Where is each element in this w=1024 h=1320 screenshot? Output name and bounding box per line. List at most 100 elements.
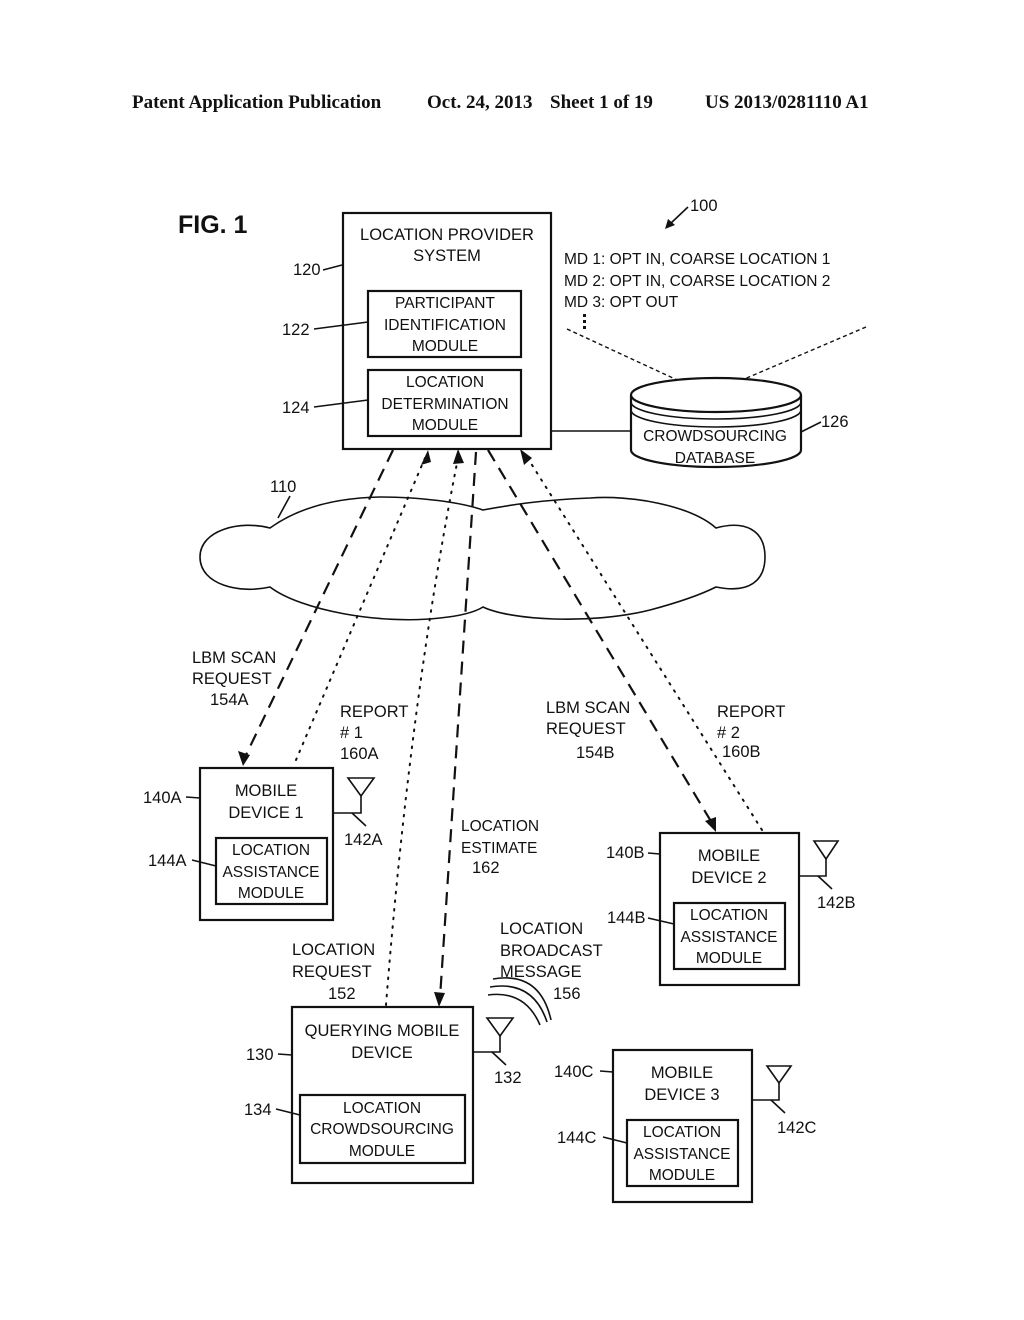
device-1-ref: 140A xyxy=(143,789,182,807)
callout-right-line xyxy=(727,326,867,387)
antenna-icon xyxy=(473,1017,515,1053)
device-2-module-line3: MODULE xyxy=(696,950,762,967)
publication-label: Patent Application Publication xyxy=(132,92,382,113)
mobile-device-3: MOBILE DEVICE 3 LOCATION ASSISTANCE MODU… xyxy=(554,1048,817,1204)
figure-title: FIG. 1 xyxy=(178,211,248,239)
db-cylinder-top xyxy=(629,376,803,414)
module-122-line3: MODULE xyxy=(412,338,478,355)
device-2-module-ref: 144B xyxy=(607,909,646,927)
antenna-icon xyxy=(752,1065,793,1101)
lbm-scan-a-line2: REQUEST xyxy=(192,670,272,688)
lbm-scan-request-b-arrowhead xyxy=(705,817,716,832)
network-ref: 110 xyxy=(270,478,296,496)
antenna-2-leader xyxy=(817,875,833,890)
db-record-md2: MD 2: OPT IN, COARSE LOCATION 2 xyxy=(564,273,830,290)
provider-ref: 120 xyxy=(293,261,321,279)
provider-title-line2: SYSTEM xyxy=(413,247,481,265)
sheet-number: Sheet 1 of 19 xyxy=(550,92,653,113)
provider-title-line1: LOCATION PROVIDER xyxy=(360,226,534,244)
lbm-scan-b-line2: REQUEST xyxy=(546,720,626,738)
antenna-icon xyxy=(333,777,376,814)
device-3-module-ref: 144C xyxy=(557,1129,597,1147)
publication-date: Oct. 24, 2013 xyxy=(427,92,533,113)
device-3-title-line2: DEVICE 3 xyxy=(644,1086,719,1104)
device-3-module-line2: ASSISTANCE xyxy=(633,1146,730,1163)
lbm-scan-a-ref: 154A xyxy=(210,691,249,709)
module-122-line2: IDENTIFICATION xyxy=(384,317,506,334)
db-ref: 126 xyxy=(821,413,849,431)
network-leader xyxy=(277,495,291,519)
lbm-scan-request-a-arrowhead xyxy=(238,751,250,766)
location-estimate-line2: ESTIMATE xyxy=(461,840,537,857)
module-124-ref: 124 xyxy=(282,399,310,417)
device-1-leader xyxy=(185,796,201,799)
location-estimate-arrowhead xyxy=(434,992,445,1007)
device-2-leader xyxy=(647,852,661,855)
antenna-1-leader xyxy=(351,812,367,827)
location-request-arrowhead xyxy=(453,449,464,464)
system-diagram: Patent Application Publication Oct. 24, … xyxy=(132,92,869,1204)
device-3-ref: 140C xyxy=(554,1063,594,1081)
querying-device-ref: 130 xyxy=(246,1046,274,1064)
device-3-module-line1: LOCATION xyxy=(643,1124,721,1141)
location-estimate-line1: LOCATION xyxy=(461,818,539,835)
device-2-module-line1: LOCATION xyxy=(690,907,768,924)
callout-left-line xyxy=(566,328,689,386)
querying-mobile-device: QUERYING MOBILE DEVICE LOCATION CROWDSOU… xyxy=(244,977,552,1185)
location-request-line xyxy=(385,457,459,1006)
provider-leader xyxy=(322,264,343,271)
device-1-title-line1: MOBILE xyxy=(235,782,297,800)
figure-ref-100: 100 xyxy=(665,197,718,229)
device-2-title-line2: DEVICE 2 xyxy=(691,869,766,887)
db-record-md1: MD 1: OPT IN, COARSE LOCATION 1 xyxy=(564,251,830,268)
location-broadcast-line1: LOCATION xyxy=(500,920,583,938)
report-2-ref: 160B xyxy=(722,743,761,761)
device-1-module-line1: LOCATION xyxy=(232,842,310,859)
querying-device-title-line1: QUERYING MOBILE xyxy=(305,1022,460,1040)
report-2-line1: REPORT xyxy=(717,703,785,721)
antenna-1-ref: 142A xyxy=(344,831,383,849)
page-header: Patent Application Publication Oct. 24, … xyxy=(132,92,869,113)
device-1-title-line2: DEVICE 1 xyxy=(228,804,303,822)
module-124-line2: DETERMINATION xyxy=(381,396,508,413)
report-1-line1: REPORT xyxy=(340,703,408,721)
module-124-line3: MODULE xyxy=(412,417,478,434)
antenna-2-ref: 142B xyxy=(817,894,856,912)
db-records-ellipsis xyxy=(583,314,586,329)
device-2-title-line1: MOBILE xyxy=(698,847,760,865)
location-provider-system: LOCATION PROVIDER SYSTEM 120 PARTICIPANT… xyxy=(282,211,553,451)
network-cloud: 110 xyxy=(199,478,766,621)
antenna-icon xyxy=(799,840,840,877)
lbm-scan-b-ref: 154B xyxy=(576,744,615,762)
location-estimate-ref: 162 xyxy=(472,859,500,877)
location-estimate-line xyxy=(438,451,478,999)
module-124-line1: LOCATION xyxy=(406,374,484,391)
device-2-ref: 140B xyxy=(606,844,645,862)
querying-module-line1: LOCATION xyxy=(343,1100,421,1117)
report-2-line xyxy=(526,456,763,831)
report-2-line2: # 2 xyxy=(717,724,740,742)
crowdsourcing-database: MD 1: OPT IN, COARSE LOCATION 1 MD 2: OP… xyxy=(564,251,867,469)
ref-leader xyxy=(669,206,689,225)
db-label-line1: CROWDSOURCING xyxy=(643,428,787,445)
antenna-3-ref: 142C xyxy=(777,1119,817,1137)
cloud-outline xyxy=(199,496,766,621)
querying-device-leader xyxy=(277,1053,293,1056)
antenna-132-leader xyxy=(491,1051,507,1066)
lbm-scan-a-line1: LBM SCAN xyxy=(192,649,276,667)
module-122-ref: 122 xyxy=(282,321,310,339)
location-request-line2: REQUEST xyxy=(292,963,372,981)
mobile-device-2: MOBILE DEVICE 2 LOCATION ASSISTANCE MODU… xyxy=(606,831,856,987)
device-3-title-line1: MOBILE xyxy=(651,1064,713,1082)
ref-number: 100 xyxy=(690,197,718,215)
querying-module-line3: MODULE xyxy=(349,1143,415,1160)
lbm-scan-b-line1: LBM SCAN xyxy=(546,699,630,717)
device-3-leader xyxy=(599,1070,614,1073)
querying-module-ref: 134 xyxy=(244,1101,272,1119)
location-broadcast-line2: BROADCAST xyxy=(500,942,603,960)
device-3-module-line3: MODULE xyxy=(649,1167,715,1184)
db-label-line2: DATABASE xyxy=(675,450,755,467)
device-2-module-line2: ASSISTANCE xyxy=(680,929,777,946)
mobile-device-1: MOBILE DEVICE 1 LOCATION ASSISTANCE MODU… xyxy=(143,766,383,922)
report-2-arrowhead xyxy=(520,449,532,465)
